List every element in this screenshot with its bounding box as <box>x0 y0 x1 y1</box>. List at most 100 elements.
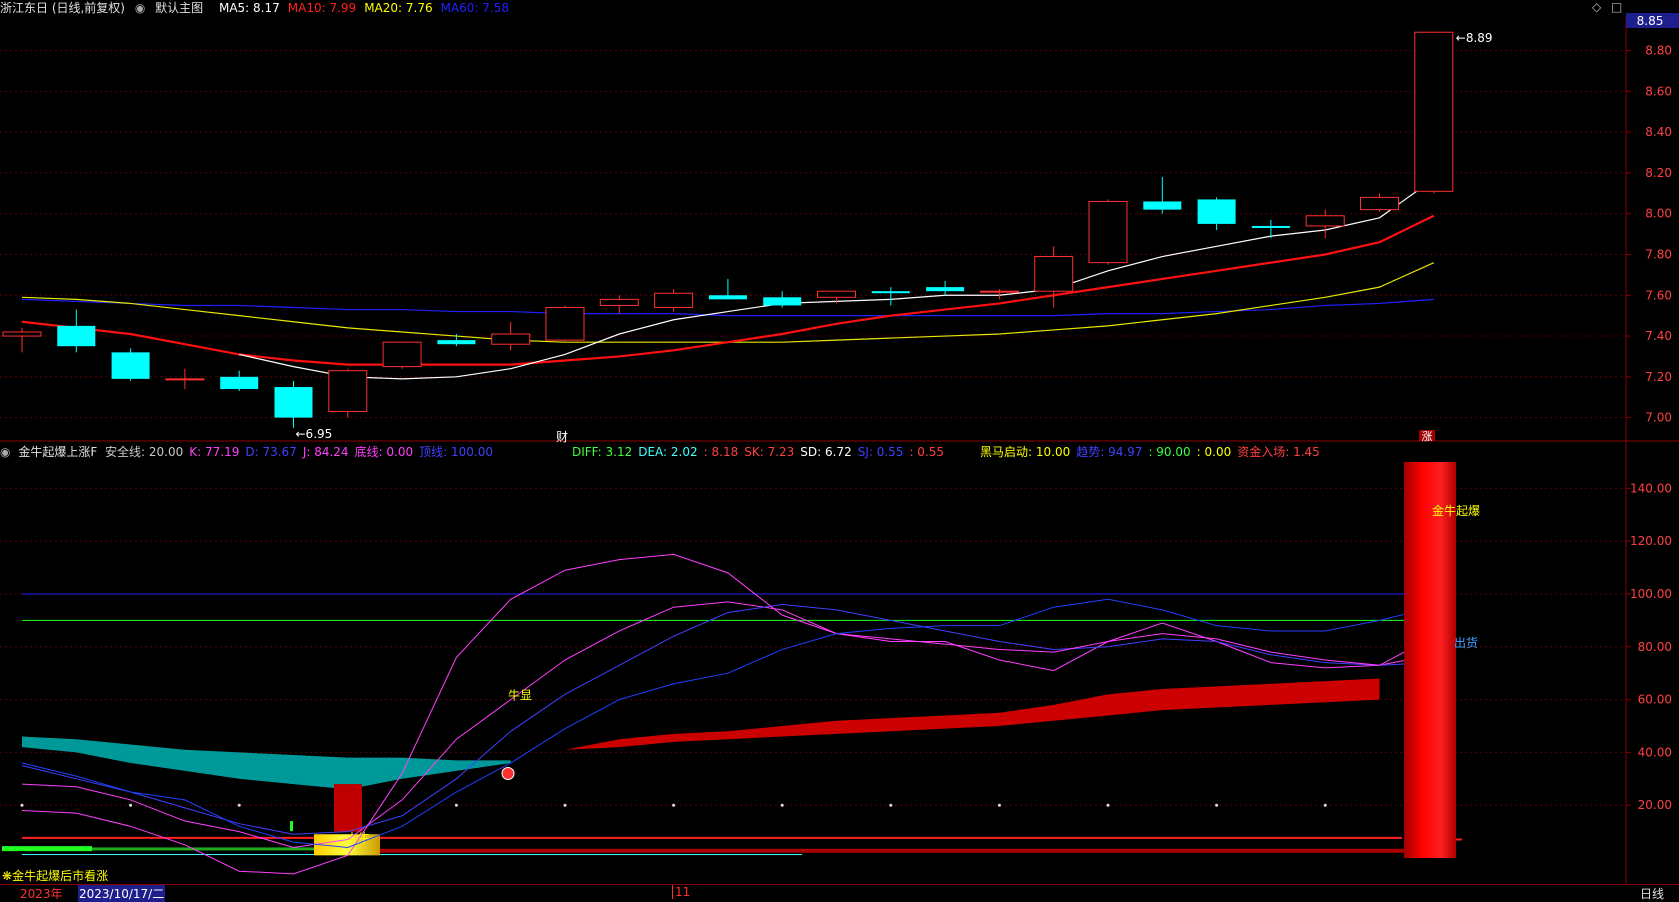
safety-line-dot <box>889 803 893 807</box>
candle-body-up <box>545 307 585 341</box>
indicator-values-2: DIFF: 3.12 DEA: 2.02 : 8.18 SK: 7.23 SD: 6.7… <box>572 444 950 460</box>
indicator-value-item: SD: 6.72 <box>800 445 852 459</box>
candle-body-down <box>220 376 259 390</box>
candle-body-down <box>1251 225 1290 228</box>
candle-body-down <box>437 340 476 345</box>
price-tick-label: 8.00 <box>1645 207 1672 221</box>
bottom-red-band <box>22 836 1402 839</box>
candle-body-up <box>1305 215 1345 227</box>
price-tick-label: 7.00 <box>1645 411 1672 425</box>
indicator-values: 安全线: 20.00 K: 77.19 D: 73.67 J: 84.24 底线: 0.… <box>105 445 499 459</box>
candle-body-up <box>328 370 368 412</box>
indicator-value-item: SJ: 0.55 <box>857 445 904 459</box>
candle-body-down <box>926 287 965 292</box>
indicator-value-item: : 8.18 <box>703 445 739 459</box>
candle-body-up <box>1088 200 1128 264</box>
indicator-header: ◉ 金牛起爆上涨F 安全线: 20.00 K: 77.19 D: 73.67 J: 8… <box>0 444 503 460</box>
indicator-value-item: DEA: 2.02 <box>638 445 698 459</box>
current-price-tag: 8.85 <box>1637 14 1664 28</box>
earnings-marker: 财 <box>556 430 568 444</box>
price-tick-label: 7.20 <box>1645 370 1672 384</box>
indicator-tick-label: 60.00 <box>1638 693 1672 707</box>
safety-line-dot <box>563 803 567 807</box>
candle-body-down <box>57 325 96 347</box>
cursor-date: 2023/10/17/二 <box>78 885 166 902</box>
indicator-value-item: : 0.55 <box>909 445 945 459</box>
chu-huo-label: 出货 <box>1454 635 1478 650</box>
year-label: 2023年 <box>20 887 63 901</box>
indicator-value-item: : 0.00 <box>1196 445 1232 459</box>
signal-ball-icon <box>501 767 515 781</box>
price-tick-label: 7.40 <box>1645 329 1672 343</box>
candle-body-up <box>491 333 531 345</box>
indicator-line-K <box>21 601 1434 848</box>
safety-line-dot <box>780 803 784 807</box>
period-button[interactable]: 日线 <box>1640 885 1664 902</box>
candle-body-down <box>1197 199 1236 224</box>
candle-body-up <box>979 290 1019 293</box>
niu-xian-label: 牛显 <box>508 688 532 703</box>
price-tick-label: 7.80 <box>1645 247 1672 261</box>
candle-body-down <box>274 387 313 418</box>
price-tick-label: 8.60 <box>1645 84 1672 98</box>
stock-chart-window: 浙江东日 (日线,前复权) ◉ 默认主图 MA5: 8.17 MA10: 7.99… <box>0 0 1679 902</box>
indicator-value-item: 底线: 0.00 <box>354 445 414 459</box>
candle-body-up <box>1034 256 1074 292</box>
indicator-tick-label: 140.00 <box>1630 481 1672 495</box>
candle-body-down <box>871 291 910 294</box>
high-price-label: ←8.89 <box>1456 31 1493 45</box>
indicator-value-item: DIFF: 3.12 <box>572 445 633 459</box>
indicator-name[interactable]: 金牛起爆上涨F <box>18 445 97 459</box>
month-marker: 11 <box>672 885 690 899</box>
candle-body-up <box>817 290 856 298</box>
candle-body-up <box>1414 31 1454 192</box>
bottom-green-band-2 <box>92 847 342 851</box>
price-tick-label: 8.80 <box>1645 44 1672 58</box>
indicator-tick-label: 40.00 <box>1638 745 1672 759</box>
indicator-value-item: K: 77.19 <box>189 445 240 459</box>
indicator-line-D <box>21 604 1434 835</box>
indicator-value-item: 资金入场: 1.45 <box>1237 445 1320 459</box>
candle-body-up <box>165 378 205 381</box>
safety-line-dot <box>1323 803 1327 807</box>
bottom-darkred-band <box>340 848 1405 853</box>
low-price-label: ←6.95 <box>296 427 333 441</box>
indicator-value-item: D: 73.67 <box>245 445 297 459</box>
jin-niu-label: 金牛起爆 <box>1432 503 1480 518</box>
safety-line-dot <box>20 803 24 807</box>
candle-body-up <box>599 298 639 306</box>
safety-line-dot <box>1215 803 1219 807</box>
indicator-tick-label: 20.00 <box>1638 798 1672 812</box>
candle-body-down <box>111 352 150 379</box>
price-tick-label: 8.20 <box>1645 166 1672 180</box>
candle-body-up <box>2 331 42 337</box>
indicator-tick-label: 120.00 <box>1630 534 1672 548</box>
indicator-value-item: 安全线: 20.00 <box>105 445 184 459</box>
time-axis-bar: 2023年 2023/10/17/二 11 日线 <box>0 884 1679 902</box>
safety-line-dot <box>997 803 1001 807</box>
bottom-green-tick <box>290 821 293 832</box>
indicator-value-item: SK: 7.23 <box>744 445 795 459</box>
indicator-value-item: J: 84.24 <box>302 445 349 459</box>
price-tick-label: 7.60 <box>1645 288 1672 302</box>
indicator-value-item: 趋势: 94.97 <box>1076 445 1143 459</box>
safety-line-dot <box>129 803 133 807</box>
indicator-dropdown-icon[interactable]: ◉ <box>0 445 10 459</box>
signal-note: ❋金牛起爆后市看涨 <box>2 869 109 883</box>
safety-line-dot <box>672 803 676 807</box>
price-tick-label: 8.40 <box>1645 125 1672 139</box>
candle-body-up <box>654 292 694 309</box>
candle-body-up <box>382 341 422 368</box>
indicator-tick-label: 100.00 <box>1630 587 1672 601</box>
indicator-tick-label: 80.00 <box>1638 640 1672 654</box>
indicator-values-3: 黑马启动: 10.00 趋势: 94.97 : 90.00 : 0.00 资金入场: 1… <box>980 444 1326 460</box>
signal-red-bar <box>334 784 362 832</box>
indicator-value-item: : 90.00 <box>1148 445 1191 459</box>
bottom-cyan-line <box>22 854 802 856</box>
indicator-value-item: 黑马启动: 10.00 <box>980 445 1071 459</box>
safety-line-dot <box>237 803 241 807</box>
candle-body-down <box>763 297 802 306</box>
jin-niu-breakout-bar <box>1404 462 1456 858</box>
safety-line-dot <box>454 803 458 807</box>
star-icon: ❋ <box>2 869 13 883</box>
